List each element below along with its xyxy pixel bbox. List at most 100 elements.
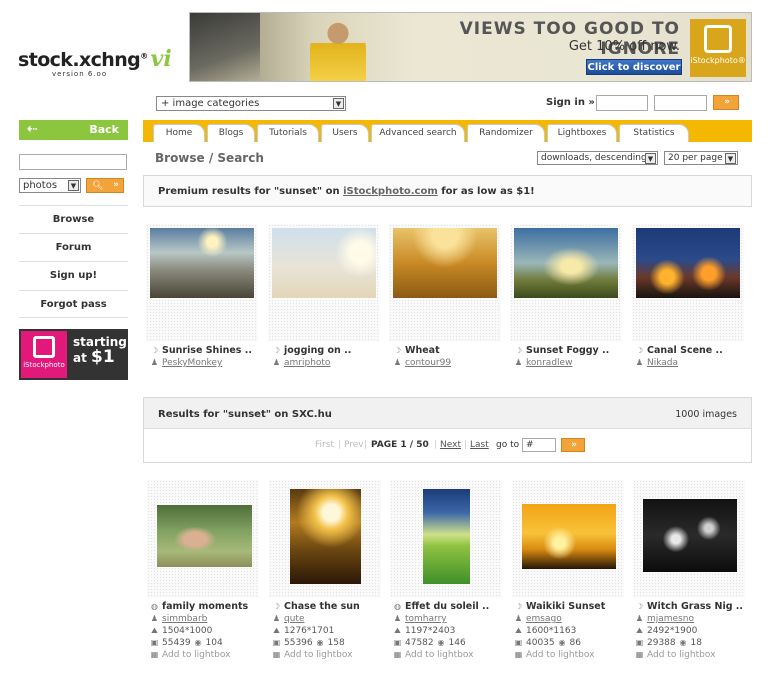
search-input[interactable] [19,154,127,170]
tab-blogs[interactable]: Blogs [207,124,255,142]
download-icon: ▣ [635,638,644,647]
result-item-title[interactable]: ◍ Effet du soleil .. [393,601,489,612]
pager-last[interactable]: Last [470,440,489,450]
tab-tutorials[interactable]: Tutorials [257,124,319,142]
premium-image-4[interactable] [514,228,618,298]
logo-version-mark: vi [150,46,172,72]
premium-item-title[interactable]: ☽ Sunset Foggy .. [514,345,609,356]
result-item-size: ⛰ 1600*1163 [515,626,577,636]
premium-thumb-1[interactable] [146,224,258,342]
result-thumb-4[interactable] [512,480,624,598]
istock-link[interactable]: iStockphoto.com [343,186,438,197]
istock-logo: iStockphoto [21,331,67,378]
result-item-user[interactable]: ♟ qute [272,614,305,624]
result-thumb-2[interactable] [269,480,381,598]
premium-item-title[interactable]: ☽ jogging on .. [272,345,351,356]
password-input[interactable] [654,95,707,111]
pager-separator: | [434,440,438,450]
result-item-title[interactable]: ☽ Chase the sun [272,601,360,612]
result-item-size: ⛰ 1276*1701 [273,626,335,636]
result-thumb-5[interactable] [633,480,745,598]
tab-advanced-search[interactable]: Advanced search [371,124,465,142]
moon-icon: ☽ [635,602,644,611]
pager-separator: | [364,440,368,450]
tab-home[interactable]: Home [153,124,205,142]
result-item-title[interactable]: ☽ Waikiki Sunset [514,601,605,612]
result-item-title[interactable]: ◍ family moments [150,601,248,612]
premium-item-title[interactable]: ☽ Sunrise Shines .. [150,345,252,356]
search-icon: 🔍︎ [92,181,104,191]
banner-ad[interactable]: VIEWS TOO GOOD TO IGNORE Get 10% off now… [189,12,752,82]
premium-image-5[interactable] [636,228,740,298]
result-image-5[interactable] [643,499,737,572]
premium-thumb-2[interactable] [268,224,380,342]
search-button[interactable]: 🔍︎ » [86,178,124,193]
pager-prev[interactable]: Prev [344,440,364,450]
site-logo[interactable]: stock.xchng® vi version 6.oo [18,46,172,86]
result-image-1[interactable] [157,505,252,567]
tab-users[interactable]: Users [321,124,369,142]
add-to-lightbox-link[interactable]: ▦ Add to lightbox [272,650,353,660]
tab-statistics[interactable]: Statistics [619,124,689,142]
signin-button[interactable]: » [713,95,739,110]
premium-thumb-5[interactable] [632,224,744,342]
sidebar-signup-link[interactable]: Sign up! [19,261,128,289]
result-image-2[interactable] [290,489,361,584]
add-to-lightbox-link[interactable]: ▦ Add to lightbox [514,650,595,660]
result-image-4[interactable] [522,504,616,569]
premium-item-user[interactable]: ♟ amriphoto [272,358,331,368]
per-page-select[interactable]: 20 per page ▼ [664,151,738,165]
premium-item-user[interactable]: ♟ contour99 [393,358,451,368]
result-item-stats: ▣ 29388 ◉ 18 [635,638,702,648]
result-item-user[interactable]: ♟ emsago [514,614,562,624]
sort-select[interactable]: downloads, descending ▼ [537,151,658,165]
user-icon: ♟ [272,614,281,623]
result-item-user[interactable]: ♟ simmbarb [150,614,207,624]
add-to-lightbox-link[interactable]: ▦ Add to lightbox [635,650,716,660]
chevron-down-icon: ▼ [68,180,79,191]
back-button[interactable]: ⇠ Back [19,120,128,140]
banner-discover-button[interactable]: Click to discover [586,59,682,75]
result-item-user[interactable]: ♟ mjamesno [635,614,694,624]
premium-item-title[interactable]: ☽ Canal Scene .. [635,345,723,356]
result-image-3[interactable] [423,489,470,584]
result-item-title[interactable]: ☽ Witch Grass Nig .. [635,601,743,612]
username-input[interactable] [596,95,648,111]
premium-thumb-4[interactable] [510,224,622,342]
dimensions-icon: ⛰ [273,626,280,635]
result-thumb-1[interactable] [147,480,259,598]
premium-image-1[interactable] [150,228,254,298]
moon-icon: ☽ [393,346,402,355]
premium-image-3[interactable] [393,228,497,298]
goto-page-button[interactable]: » [561,438,585,452]
download-icon: ▣ [514,638,523,647]
premium-image-2[interactable] [272,228,376,298]
sidebar-istock-ad[interactable]: iStockphoto starting at $1 [19,329,128,380]
result-item-size: ⛰ 2492*1900 [636,626,698,636]
banner-woman-image [310,21,366,81]
pager-next[interactable]: Next [440,440,461,450]
premium-item-title[interactable]: ☽ Wheat [393,345,440,356]
sidebar-browse-link[interactable]: Browse [19,205,128,233]
grid-icon: ▦ [393,650,402,659]
user-icon: ♟ [272,358,281,367]
add-to-lightbox-link[interactable]: ▦ Add to lightbox [393,650,474,660]
sidebar-forgot-pass-link[interactable]: Forgot pass [19,290,128,318]
sidebar-forum-link[interactable]: Forum [19,233,128,261]
tab-randomizer[interactable]: Randomizer [467,124,545,142]
search-type-select[interactable]: photos ▼ [19,178,81,193]
result-item-user[interactable]: ♟ tomharry [393,614,447,624]
premium-item-user[interactable]: ♟ PeskyMonkey [150,358,222,368]
tab-lightboxes[interactable]: Lightboxes [547,124,617,142]
goto-page-input[interactable]: # [522,438,556,452]
premium-results-header: Premium results for "sunset" on iStockph… [143,175,752,207]
premium-item-user[interactable]: ♟ Nikada [635,358,678,368]
user-icon: ♟ [635,358,644,367]
premium-item-user[interactable]: ♟ konradlew [514,358,573,368]
premium-thumb-3[interactable] [389,224,501,342]
result-thumb-3[interactable] [390,480,502,598]
add-to-lightbox-link[interactable]: ▦ Add to lightbox [150,650,231,660]
category-select[interactable]: + image categories ▼ [156,96,346,111]
chevron-down-icon: ▼ [725,153,736,164]
pager-first[interactable]: First [315,440,334,450]
